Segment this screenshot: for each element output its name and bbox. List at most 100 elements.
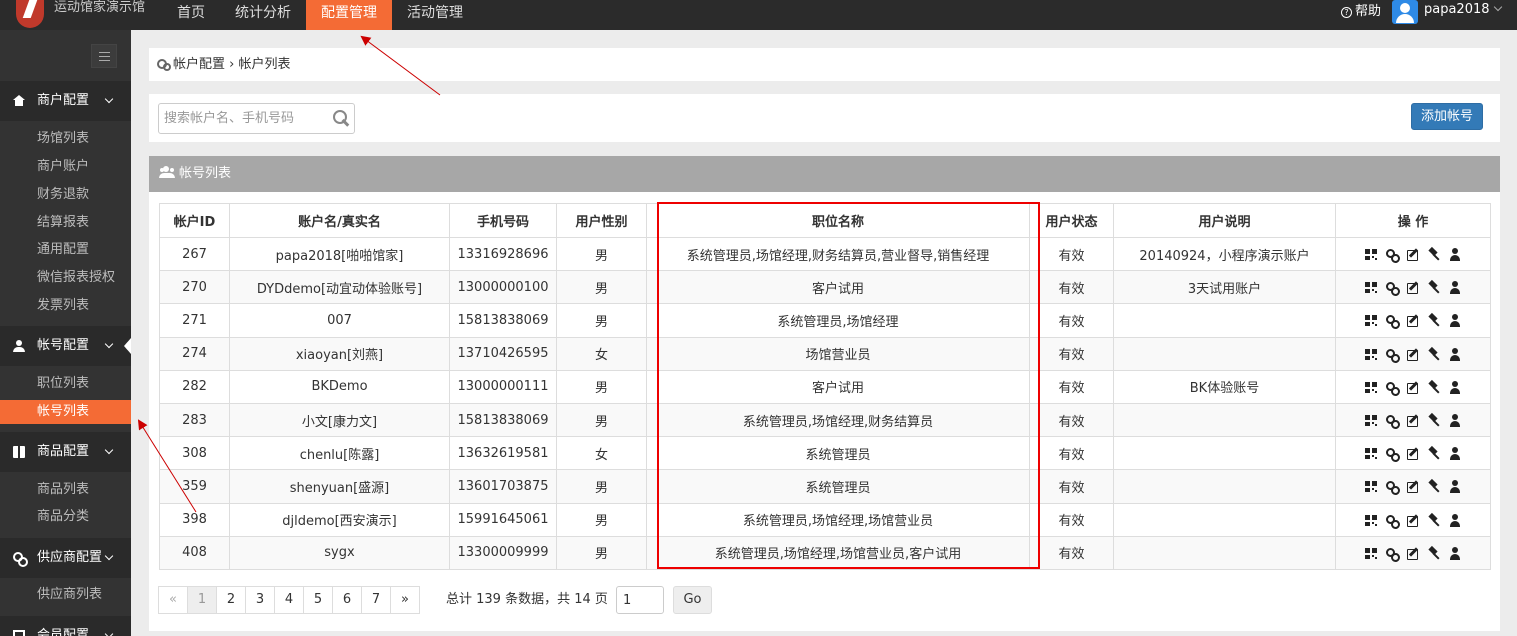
search-panel: 添加帐号 [149, 94, 1500, 142]
qrcode-icon[interactable] [1363, 412, 1379, 429]
qrcode-icon[interactable] [1363, 544, 1379, 561]
gavel-icon[interactable] [1426, 246, 1442, 262]
user-permission-icon[interactable] [1447, 412, 1463, 428]
sidebar-group-product[interactable]: 商品配置 [0, 432, 131, 472]
qrcode-icon[interactable] [1363, 511, 1379, 528]
page-button[interactable]: 5 [303, 586, 333, 614]
gavel-icon[interactable] [1426, 445, 1442, 461]
avatar[interactable] [1392, 0, 1418, 24]
edit-icon[interactable] [1405, 545, 1421, 561]
user-permission-icon[interactable] [1447, 279, 1463, 295]
col-header-gender: 用户性别 [556, 203, 647, 238]
users-icon [159, 166, 175, 178]
search-input[interactable] [164, 104, 324, 133]
nav-home[interactable]: 首页 [162, 0, 220, 30]
sidebar-item-account-list[interactable]: 帐号列表 [0, 400, 131, 424]
link-icon[interactable] [1384, 412, 1400, 430]
add-account-button[interactable]: 添加帐号 [1411, 103, 1483, 130]
sidebar-group-member[interactable]: 会员配置 [0, 616, 131, 636]
sidebar-item-wechat-report[interactable]: 微信报表授权 [0, 266, 131, 290]
sidebar-item-merchant-account[interactable]: 商户账户 [0, 155, 131, 179]
sidebar-group-account[interactable]: 帐号配置 [0, 326, 131, 366]
qrcode-icon[interactable] [1363, 345, 1379, 362]
user-permission-icon[interactable] [1447, 379, 1463, 395]
user-menu[interactable]: papa2018 [1424, 0, 1502, 20]
sidebar-item-supplier-list[interactable]: 供应商列表 [0, 583, 131, 607]
link-icon[interactable] [1384, 246, 1400, 264]
next-page-button[interactable]: » [390, 586, 420, 614]
qrcode-icon[interactable] [1363, 246, 1379, 263]
search-box [158, 103, 355, 134]
edit-icon[interactable] [1405, 478, 1421, 494]
cell-note [1113, 303, 1336, 338]
user-permission-icon[interactable] [1447, 346, 1463, 362]
gavel-icon[interactable] [1426, 346, 1442, 362]
page-button[interactable]: 3 [245, 586, 275, 614]
search-icon[interactable] [333, 110, 350, 127]
link-icon[interactable] [1384, 545, 1400, 562]
edit-icon[interactable] [1405, 279, 1421, 295]
brand-name: 运动馆家演示馆 [54, 0, 146, 15]
edit-icon[interactable] [1405, 379, 1421, 395]
gavel-icon[interactable] [1426, 478, 1442, 494]
edit-icon[interactable] [1405, 445, 1421, 461]
qrcode-icon[interactable] [1363, 445, 1379, 462]
prev-page-button[interactable]: « [158, 586, 188, 614]
sidebar-item-refund[interactable]: 财务退款 [0, 183, 131, 207]
sidebar-group-supplier[interactable]: 供应商配置 [0, 538, 131, 578]
link-icon[interactable] [1384, 512, 1400, 529]
qrcode-icon[interactable] [1363, 478, 1379, 495]
sidebar-item-position-list[interactable]: 职位列表 [0, 372, 131, 396]
nav-activity[interactable]: 活动管理 [392, 0, 478, 30]
user-permission-icon[interactable] [1447, 545, 1463, 561]
qrcode-icon[interactable] [1363, 279, 1379, 296]
user-permission-icon[interactable] [1447, 312, 1463, 328]
cell-id: 270 [159, 270, 230, 305]
edit-icon[interactable] [1405, 312, 1421, 328]
page-button[interactable]: 2 [216, 586, 246, 614]
user-permission-icon[interactable] [1447, 246, 1463, 262]
edit-icon[interactable] [1405, 246, 1421, 262]
link-icon[interactable] [1384, 478, 1400, 496]
link-icon[interactable] [1384, 312, 1400, 330]
nav-stats[interactable]: 统计分析 [220, 0, 306, 30]
page-number-input[interactable] [616, 586, 664, 614]
gavel-icon[interactable] [1426, 379, 1442, 395]
user-permission-icon[interactable] [1447, 478, 1463, 494]
link-icon[interactable] [1384, 346, 1400, 363]
menu-toggle-icon[interactable] [91, 44, 117, 68]
cell-actions [1335, 236, 1491, 272]
gavel-icon[interactable] [1426, 512, 1442, 528]
link-icon[interactable] [1384, 445, 1400, 463]
user-permission-icon[interactable] [1447, 445, 1463, 461]
help-link[interactable]: ? 帮助 [1341, 0, 1381, 24]
page-button[interactable]: 4 [274, 586, 304, 614]
page-button[interactable]: 1 [187, 586, 217, 614]
qrcode-icon[interactable] [1363, 312, 1379, 329]
link-icon[interactable] [1384, 379, 1400, 396]
sidebar-item-venue-list[interactable]: 场馆列表 [0, 127, 131, 151]
nav-config[interactable]: 配置管理 [306, 0, 392, 30]
page-button[interactable]: 6 [332, 586, 362, 614]
gavel-icon[interactable] [1426, 412, 1442, 428]
sidebar-item-settlement[interactable]: 结算报表 [0, 211, 131, 235]
cell-position: 系统管理员,场馆经理,财务结算员,营业督导,销售经理 [646, 236, 1030, 272]
sidebar-item-product-category[interactable]: 商品分类 [0, 505, 131, 529]
page-button[interactable]: 7 [361, 586, 391, 614]
edit-icon[interactable] [1405, 412, 1421, 428]
gavel-icon[interactable] [1426, 279, 1442, 295]
qrcode-icon[interactable] [1363, 378, 1379, 395]
sidebar-group-merchant[interactable]: 商户配置 [0, 81, 131, 121]
link-icon[interactable] [1384, 279, 1400, 297]
sidebar-item-product-list[interactable]: 商品列表 [0, 478, 131, 502]
sidebar-item-invoice[interactable]: 发票列表 [0, 294, 131, 318]
cell-position: 场馆营业员 [646, 336, 1030, 371]
user-permission-icon[interactable] [1447, 512, 1463, 528]
gavel-icon[interactable] [1426, 545, 1442, 561]
go-button[interactable]: Go [673, 586, 712, 614]
edit-icon[interactable] [1405, 346, 1421, 362]
breadcrumb-parent[interactable]: 帐户配置 [173, 57, 225, 72]
sidebar-item-general-config[interactable]: 通用配置 [0, 238, 131, 262]
gavel-icon[interactable] [1426, 312, 1442, 328]
edit-icon[interactable] [1405, 512, 1421, 528]
